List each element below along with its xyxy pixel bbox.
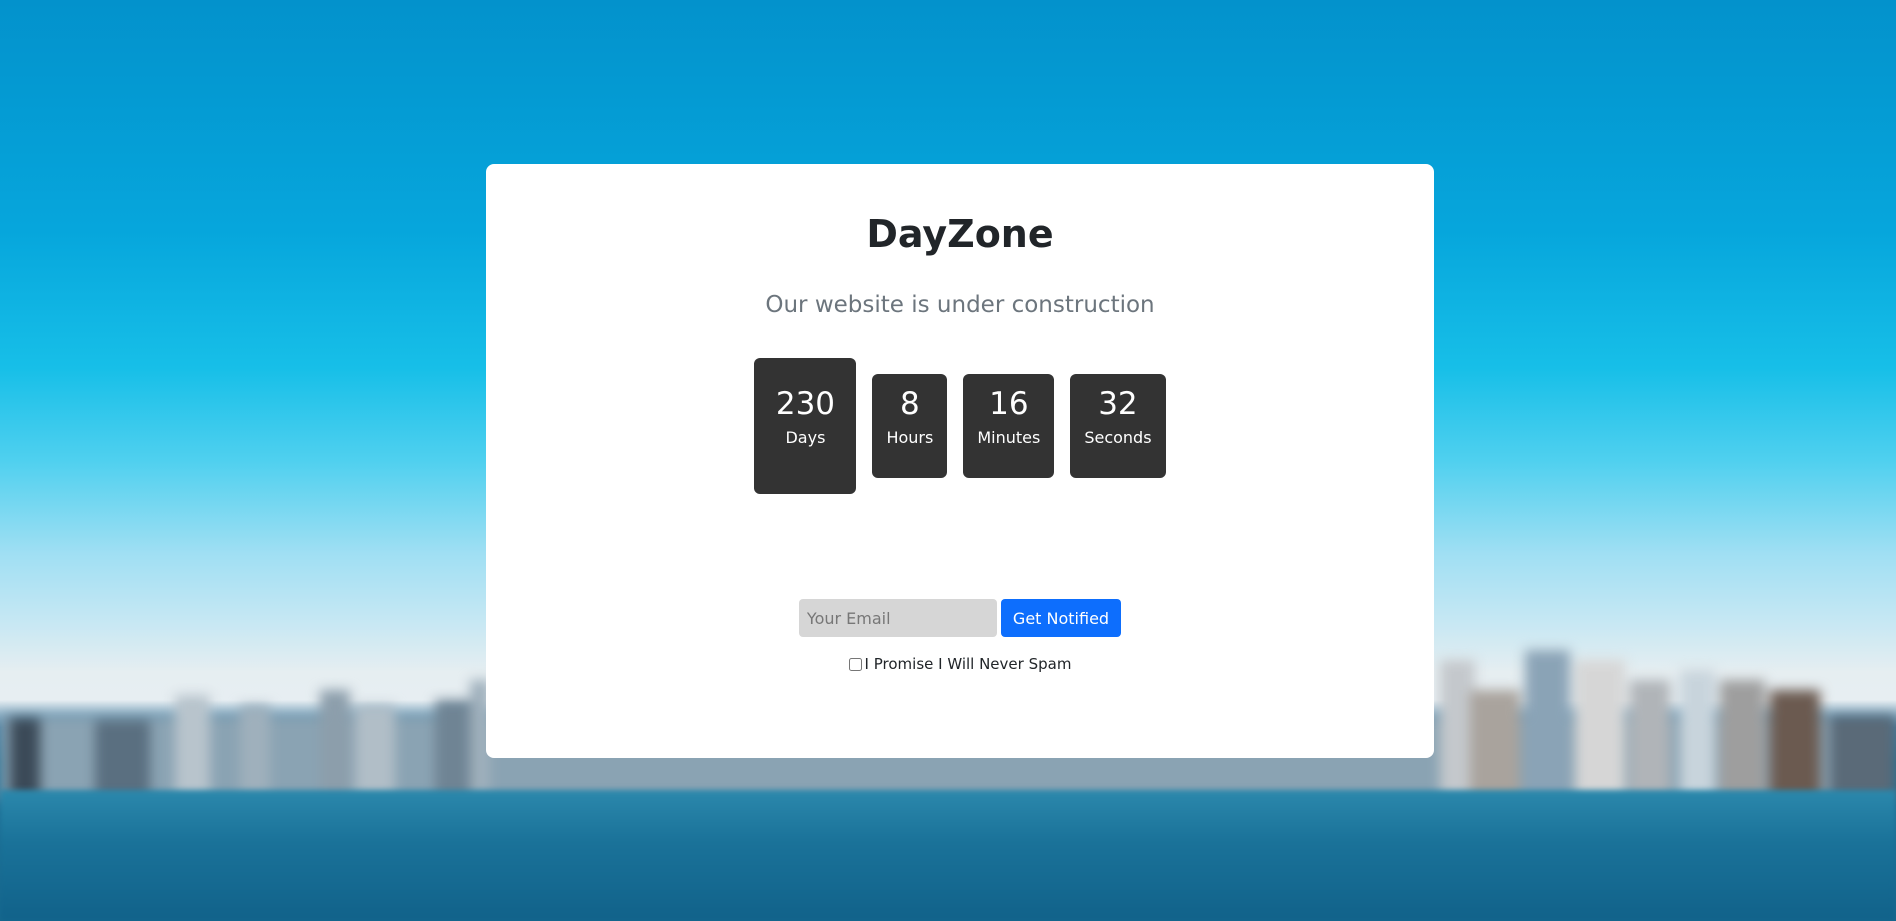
no-spam-checkbox[interactable] xyxy=(848,657,862,671)
countdown-hours: 8 Hours xyxy=(872,374,948,478)
countdown-hours-value: 8 xyxy=(900,386,920,422)
countdown-seconds-value: 32 xyxy=(1098,386,1138,422)
countdown-seconds: 32 Seconds xyxy=(1070,374,1166,478)
site-subtitle: Our website is under construction xyxy=(765,292,1155,318)
countdown-minutes: 16 Minutes xyxy=(963,374,1055,478)
no-spam-label: I Promise I Will Never Spam xyxy=(864,655,1072,673)
site-title: DayZone xyxy=(866,212,1054,256)
countdown-days-label: Days xyxy=(785,428,826,447)
countdown-days-value: 230 xyxy=(775,386,836,422)
countdown-seconds-label: Seconds xyxy=(1084,428,1152,447)
water-graphic xyxy=(0,790,1896,921)
get-notified-button[interactable]: Get Notified xyxy=(1000,599,1122,637)
signup-form: Get Notified xyxy=(486,599,1434,637)
email-input[interactable] xyxy=(798,599,997,637)
countdown-minutes-label: Minutes xyxy=(977,428,1041,447)
countdown-days: 230 Days xyxy=(754,358,857,494)
countdown-hours-label: Hours xyxy=(886,428,934,447)
countdown-timer: 230 Days 8 Hours 16 Minutes 32 Seconds xyxy=(486,358,1434,494)
countdown-minutes-value: 16 xyxy=(989,386,1029,422)
no-spam-promise[interactable]: I Promise I Will Never Spam xyxy=(486,655,1434,673)
coming-soon-card: DayZone Our website is under constructio… xyxy=(486,164,1434,758)
